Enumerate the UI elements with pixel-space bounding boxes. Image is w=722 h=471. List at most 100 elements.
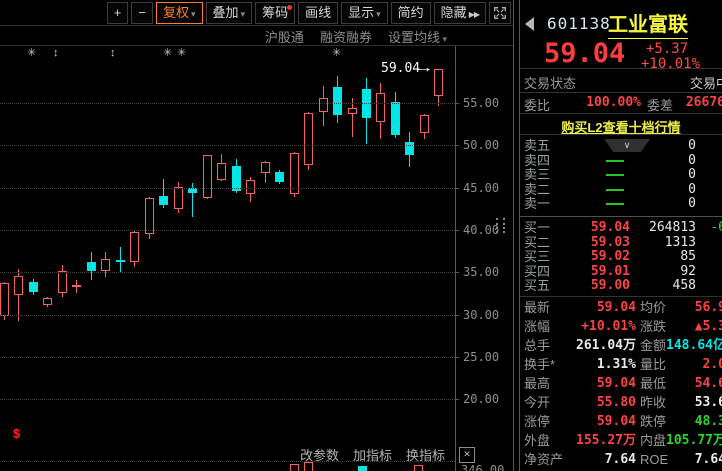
axis-tick [455,357,459,358]
stat-value: 59.04 [556,374,636,393]
stat-value: 1.31% [556,355,636,374]
bid-volume: 458 [673,279,696,293]
bid-row[interactable]: 买一 59.04 264813 -6 [520,221,722,235]
ask-volume: 0 [688,139,696,153]
tool-huanzhibiao[interactable]: 换指标 [406,445,445,464]
toolbar-button-zoom-in[interactable]: + [107,2,129,24]
axis-tick-label: 35.00 [463,265,511,279]
ask-label: 卖一 [524,197,550,211]
separator [520,296,722,297]
stat-value: 155.27万 [556,431,636,450]
subtoolbar-link-shezhijunxian[interactable]: 设置均线 ▾ [388,27,447,46]
margin-trading-marker[interactable]: $ [13,426,20,441]
event-marker-icon: ✳ [163,46,172,60]
candle [188,188,197,192]
stat-label: 总手 [524,336,550,355]
axis-tick [455,188,459,189]
gridline [0,357,455,358]
bid-row[interactable]: 买三59.0285 [520,250,722,264]
stat-value: 148.64亿 [666,336,722,355]
ask-row[interactable]: 卖二0 [520,183,722,197]
bid-price: 59.04 [591,221,630,235]
stat-value: 55.80 [556,393,636,412]
candlestick-chart[interactable] [0,46,513,471]
event-marker-icon: ✳ [332,46,341,60]
weibi-value: 100.00% [556,95,641,110]
bid-change: -6 [710,221,722,235]
toolbar-button-huaxian[interactable]: 画线 [298,2,338,24]
bid-row[interactable]: 买五59.00458 [520,279,722,293]
candle [116,260,125,262]
gridline [0,399,455,400]
bid-label: 买一 [524,221,550,235]
bid-row[interactable]: 买四59.0192 [520,265,722,279]
gridline [0,103,455,104]
trade-status-value: 交易中 [690,73,722,92]
ask-label: 卖五 [524,139,550,153]
candle [14,276,23,295]
candle [376,93,385,122]
bid-volume: 92 [680,265,696,279]
candle [72,285,81,288]
ask-volume: 0 [688,168,696,182]
stat-value: 48.3 [695,412,722,431]
candle [101,259,110,272]
event-marker-icon: ↕ [110,46,116,60]
subtoolbar-link-rongzirongquan[interactable]: 融资融券 [320,27,372,46]
bid-volume: 264813 [649,221,696,235]
stat-value: 261.04万 [556,336,636,355]
stock-name[interactable]: 工业富联 [608,8,688,39]
collapse-chevron-icon: ∨ [604,139,650,152]
bid-label: 买三 [524,250,550,264]
candle [203,155,212,197]
ask-row[interactable]: 卖三 0 [520,168,722,182]
tool-jiazhibiao[interactable]: 加指标 [353,445,392,464]
stat-value: 7.64 [695,450,722,469]
bid-row[interactable]: 买二59.031313 [520,236,722,250]
stock-app-window: +−复权▾叠加▾筹码画线显示▾简约隐藏▶▶ 沪股通融资融券设置均线 ▾ 55.0… [0,0,722,471]
toolbar-button-zoom-out[interactable]: − [131,2,153,24]
ask-label: 卖二 [524,183,550,197]
stat-label: 涨跌 [640,317,666,336]
empty-price-dash [606,160,624,162]
empty-price-dash [606,174,624,176]
bid-label: 买五 [524,279,550,293]
close-indicator-button[interactable]: ✕ [459,447,475,463]
quote-panel: 601138 工业富联 59.04 +5.37 +10.01% 交易状态 交易中… [520,0,722,471]
pane-resize-grip[interactable] [496,218,505,233]
ask-row[interactable]: 卖五 ∨ 0 [520,139,722,153]
separator [520,216,722,217]
chevron-down-icon: ▾ [191,9,196,19]
candle [333,87,342,115]
stat-label: 内盘 [640,431,666,450]
candle [275,172,284,182]
fullscreen-button[interactable] [489,2,511,24]
chart-subtoolbar: 沪股通融资融券设置均线 ▾ [0,27,513,46]
expand-icon [493,6,507,20]
ask-row[interactable]: 卖一0 [520,197,722,211]
bid-label: 买二 [524,236,550,250]
separator [520,113,722,114]
weicha-value: 26676 [686,95,722,110]
ask-label: 卖三 [524,168,550,182]
ask-row[interactable]: 卖四0 [520,154,722,168]
candle [304,113,313,165]
toolbar-button-jianyue[interactable]: 简约 [391,2,431,24]
gridline [0,188,455,189]
toolbar-button-diejia[interactable]: 叠加▾ [206,2,253,24]
candle [0,283,9,316]
toolbar-button-xianshi[interactable]: 显示▾ [341,2,388,24]
bid-volume: 85 [680,250,696,264]
axis-tick [455,272,459,273]
price-change-pct: +10.01% [641,56,700,72]
toolbar-button-chouma[interactable]: 筹码 [255,2,295,24]
toolbar-button-yincang[interactable]: 隐藏▶▶ [434,2,486,24]
back-icon[interactable] [525,17,534,31]
subtoolbar-link-hugutong[interactable]: 沪股通 [265,27,304,46]
toolbar-button-fuquan[interactable]: 复权▾ [156,2,203,24]
candle [217,163,226,180]
stat-value: 105.77万 [666,431,722,450]
panel-divider[interactable] [513,0,520,471]
stat-row: 净资产7.64ROE7.64 [520,450,722,469]
candle [348,108,357,114]
